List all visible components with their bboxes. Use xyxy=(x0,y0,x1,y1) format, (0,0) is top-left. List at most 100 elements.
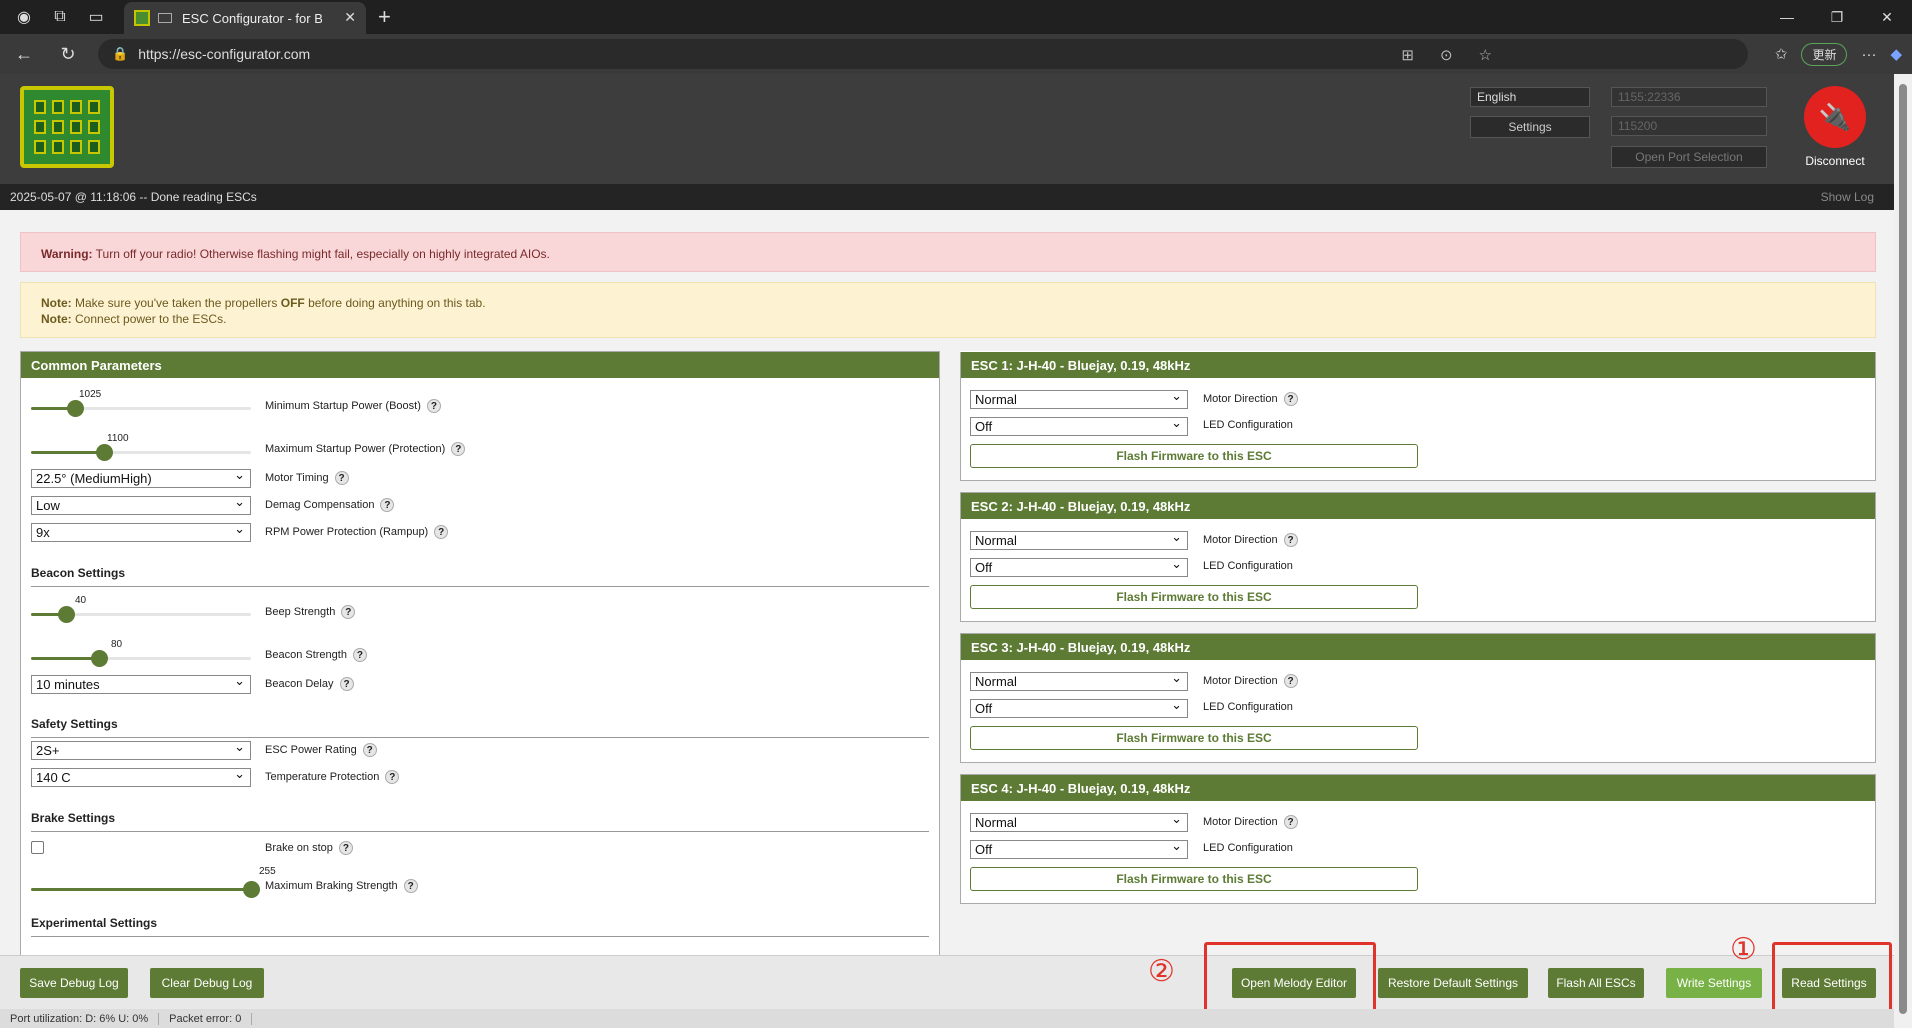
clear-debug-log-button[interactable]: Clear Debug Log xyxy=(150,968,264,998)
motor-direction-select[interactable]: Normal xyxy=(970,529,1188,550)
url-field[interactable]: 🔒 https://esc-configurator.com xyxy=(98,39,1748,69)
beep-slider[interactable] xyxy=(31,606,251,623)
write-settings-button[interactable]: Write Settings xyxy=(1666,968,1762,998)
close-tab-icon[interactable]: ✕ xyxy=(344,9,356,26)
help-icon[interactable]: ? xyxy=(1283,674,1298,688)
power-rating-label: ESC Power Rating? xyxy=(265,743,377,757)
new-tab-icon[interactable]: + xyxy=(378,4,391,30)
note2-title: Note: xyxy=(41,312,72,326)
minimize-icon[interactable]: — xyxy=(1762,0,1812,34)
back-icon[interactable]: ← xyxy=(12,42,36,66)
help-icon[interactable]: ? xyxy=(352,648,367,662)
help-icon[interactable]: ? xyxy=(434,525,449,539)
max-braking-slider[interactable] xyxy=(31,881,260,898)
favorite-star-icon[interactable]: ☆ xyxy=(1479,46,1492,64)
refresh-icon[interactable]: ↻ xyxy=(56,42,80,66)
brake-on-stop-checkbox[interactable] xyxy=(31,841,44,854)
power-rating-select[interactable]: 2S+ xyxy=(31,739,251,760)
temperature-select[interactable]: 140 C xyxy=(31,766,251,787)
language-select[interactable]: English xyxy=(1470,87,1590,107)
slider-knob[interactable] xyxy=(91,650,109,667)
help-icon[interactable]: ? xyxy=(339,677,354,691)
copilot-icon[interactable]: ◆ xyxy=(1890,45,1902,63)
settings-button[interactable]: Settings xyxy=(1470,116,1590,138)
tab-title: ESC Configurator - for Bluejay xyxy=(182,10,322,26)
min-startup-slider[interactable] xyxy=(31,400,251,417)
browser-tab[interactable]: ESC Configurator - for Bluejay ✕ xyxy=(124,2,366,34)
flash-esc-button[interactable]: Flash Firmware to this ESC xyxy=(970,726,1418,750)
open-port-button[interactable]: Open Port Selection xyxy=(1611,146,1767,168)
demag-select[interactable]: Low xyxy=(31,494,251,515)
usb-disconnect-icon[interactable]: 🔌 xyxy=(1804,86,1866,148)
help-icon[interactable]: ? xyxy=(341,605,356,619)
brake-section-title: Brake Settings xyxy=(31,811,116,825)
update-button[interactable]: 更新 xyxy=(1801,42,1848,66)
led-config-select[interactable]: Off xyxy=(970,415,1188,436)
close-window-icon[interactable]: ✕ xyxy=(1862,0,1912,34)
slider-knob[interactable] xyxy=(243,881,260,898)
help-icon[interactable]: ? xyxy=(385,770,400,784)
slider-knob[interactable] xyxy=(67,400,84,417)
restore-default-settings-button[interactable]: Restore Default Settings xyxy=(1378,968,1528,998)
app-install-icon[interactable]: ⊞ xyxy=(1401,46,1414,64)
esc-panel-2: ESC 2: J-H-40 - Bluejay, 0.19, 48kHz Nor… xyxy=(960,492,1876,622)
note2-text: Connect power to the ESCs. xyxy=(71,312,227,326)
port-utilization: Port utilization: D: 6% U: 0% xyxy=(0,1012,160,1025)
help-icon[interactable]: ? xyxy=(451,442,466,456)
beacon-strength-value: 80 xyxy=(111,639,123,650)
max-braking-label-text: Maximum Braking Strength xyxy=(265,880,398,892)
help-icon[interactable]: ? xyxy=(1283,533,1298,547)
led-config-select[interactable]: Off xyxy=(970,556,1188,577)
help-icon[interactable]: ? xyxy=(338,841,353,855)
beacon-delay-select[interactable]: 10 minutes xyxy=(31,673,251,694)
spacer xyxy=(960,351,1876,352)
rpm-power-select[interactable]: 9x xyxy=(31,521,251,542)
show-log-link[interactable]: Show Log xyxy=(1821,190,1874,204)
led-config-select[interactable]: Off xyxy=(970,697,1188,718)
more-icon[interactable]: ··· xyxy=(1861,46,1876,63)
brake-on-stop-label-text: Brake on stop xyxy=(265,842,333,854)
page-scrollbar[interactable] xyxy=(1894,74,1912,1028)
profile-icon[interactable]: ◉ xyxy=(12,5,36,29)
port-select[interactable]: 1155:22336 xyxy=(1611,87,1767,107)
help-icon[interactable]: ? xyxy=(362,743,377,757)
tab-actions-icon[interactable]: ▭ xyxy=(84,5,108,29)
help-icon[interactable]: ? xyxy=(1283,392,1298,406)
help-icon[interactable]: ? xyxy=(334,471,349,485)
baud-select[interactable]: 115200 xyxy=(1611,116,1767,136)
max-braking-label: Maximum Braking Strength? xyxy=(265,879,418,893)
help-icon[interactable]: ? xyxy=(426,399,441,413)
motor-direction-select[interactable]: Normal xyxy=(970,388,1188,409)
motor-direction-select[interactable]: Normal xyxy=(970,811,1188,832)
led-config-label: LED Configuration xyxy=(1203,701,1293,713)
motor-direction-select[interactable]: Normal xyxy=(970,670,1188,691)
save-debug-log-button[interactable]: Save Debug Log xyxy=(20,968,128,998)
help-icon[interactable]: ? xyxy=(380,498,395,512)
help-icon[interactable]: ? xyxy=(1283,815,1298,829)
demag-label: Demag Compensation? xyxy=(265,498,395,512)
esc-panel-3: ESC 3: J-H-40 - Bluejay, 0.19, 48kHz Nor… xyxy=(960,633,1876,763)
workspaces-icon[interactable]: ⧉ xyxy=(48,5,72,29)
esc-logo-icon xyxy=(20,86,114,168)
restore-icon[interactable]: ❐ xyxy=(1812,0,1862,34)
slider-knob[interactable] xyxy=(58,606,76,623)
max-startup-slider[interactable] xyxy=(31,444,251,461)
flash-esc-button[interactable]: Flash Firmware to this ESC xyxy=(970,585,1418,609)
flash-esc-button[interactable]: Flash Firmware to this ESC xyxy=(970,444,1418,468)
flash-all-escs-button[interactable]: Flash All ESCs xyxy=(1548,968,1644,998)
led-config-select[interactable]: Off xyxy=(970,838,1188,859)
main-content: Warning: Turn off your radio! Otherwise … xyxy=(0,210,1894,955)
favorites-icon[interactable]: ✩ xyxy=(1775,45,1788,63)
slider-knob[interactable] xyxy=(95,444,113,461)
flash-esc-button[interactable]: Flash Firmware to this ESC xyxy=(970,867,1418,891)
beacon-strength-slider[interactable] xyxy=(31,650,251,667)
beacon-section-title: Beacon Settings xyxy=(31,566,126,580)
led-config-label-text: LED Configuration xyxy=(1203,701,1293,713)
help-icon[interactable]: ? xyxy=(403,879,418,893)
reading-icon[interactable]: ⊙ xyxy=(1440,46,1453,64)
esc-title: ESC 2: J-H-40 - Bluejay, 0.19, 48kHz xyxy=(961,493,1875,519)
motor-timing-select[interactable]: 22.5° (MediumHigh) xyxy=(31,467,251,488)
min-startup-label: Minimum Startup Power (Boost)? xyxy=(265,399,441,413)
log-text: 2025-05-07 @ 11:18:06 -- Done reading ES… xyxy=(10,190,257,204)
scrollbar-thumb[interactable] xyxy=(1899,84,1907,1014)
